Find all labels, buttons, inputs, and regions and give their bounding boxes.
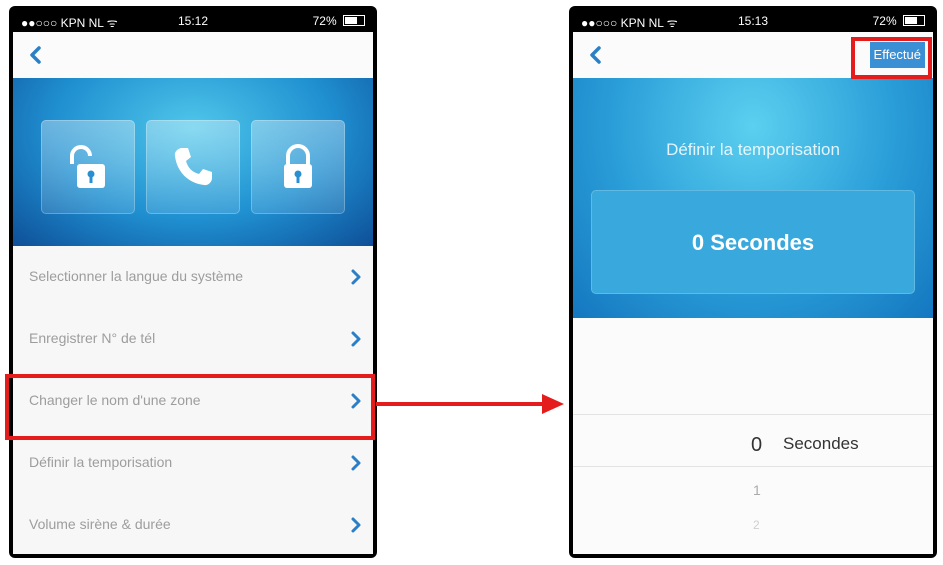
locked-padlock-icon xyxy=(284,144,312,188)
chevron-right-icon xyxy=(351,517,361,533)
lock-tile[interactable] xyxy=(251,120,345,214)
status-bar: ●●○○○ KPN NL ᯤ 15:13 72% xyxy=(573,10,933,32)
menu-item-label: Enregistrer N° de tél xyxy=(29,330,156,346)
chevron-right-icon xyxy=(351,269,361,285)
highlight-box-rename-zone xyxy=(5,374,375,440)
highlight-box-done xyxy=(851,37,932,79)
phone-handset-icon xyxy=(174,148,212,186)
chevron-right-icon xyxy=(351,331,361,347)
battery-indicator: 72% xyxy=(313,14,365,28)
battery-indicator: 72% xyxy=(873,14,925,28)
menu-item-label: Selectionner la langue du système xyxy=(29,268,244,284)
unlocked-padlock-icon xyxy=(70,145,105,188)
menu-item-set-delay[interactable]: Définir la temporisation xyxy=(13,432,373,495)
menu-item-register-phone[interactable]: Enregistrer N° de tél xyxy=(13,308,373,371)
picker-divider xyxy=(573,466,933,467)
settings-screen: ●●○○○ KPN NL ᯤ 15:12 72% Selectionner la… xyxy=(13,10,373,554)
delay-value-text: 0 Secondes xyxy=(691,230,815,255)
back-chevron-icon[interactable] xyxy=(585,44,607,66)
delay-screen: ●●○○○ KPN NL ᯤ 15:13 72% Effectué Défini… xyxy=(573,10,933,554)
call-tile[interactable] xyxy=(146,120,240,214)
menu-item-label: Définir la temporisation xyxy=(29,454,173,470)
hero-banner xyxy=(13,78,373,246)
picker-divider xyxy=(573,414,933,415)
menu-item-system-language[interactable]: Selectionner la langue du système xyxy=(13,246,373,309)
arrow-right-icon xyxy=(376,394,564,414)
picker-option[interactable]: 2 xyxy=(753,518,760,532)
status-bar: ●●○○○ KPN NL ᯤ 15:12 72% xyxy=(13,10,373,32)
unlock-tile[interactable] xyxy=(41,120,135,214)
phone-right: ●●○○○ KPN NL ᯤ 15:13 72% Effectué Défini… xyxy=(569,6,937,558)
delay-picker[interactable]: 0 Secondes 1 2 xyxy=(573,318,933,554)
battery-icon xyxy=(903,15,925,26)
menu-item-siren-volume[interactable]: Volume sirène & durée xyxy=(13,494,373,554)
picker-selected-value[interactable]: 0 xyxy=(751,434,762,457)
picker-unit-label: Secondes xyxy=(783,434,859,453)
battery-percent: 72% xyxy=(312,14,337,28)
delay-value-display: 0 Secondes xyxy=(591,190,915,294)
phone-left: ●●○○○ KPN NL ᯤ 15:12 72% Selectionner la… xyxy=(9,6,377,558)
chevron-right-icon xyxy=(351,455,361,471)
battery-percent: 72% xyxy=(872,14,897,28)
delay-header: Définir la temporisation 0 Secondes xyxy=(573,78,933,318)
nav-bar xyxy=(13,32,373,78)
screen-title: Définir la temporisation xyxy=(666,140,840,159)
back-chevron-icon[interactable] xyxy=(25,44,47,66)
picker-option[interactable]: 1 xyxy=(753,482,761,498)
menu-item-label: Volume sirène & durée xyxy=(29,516,171,532)
battery-icon xyxy=(343,15,365,26)
